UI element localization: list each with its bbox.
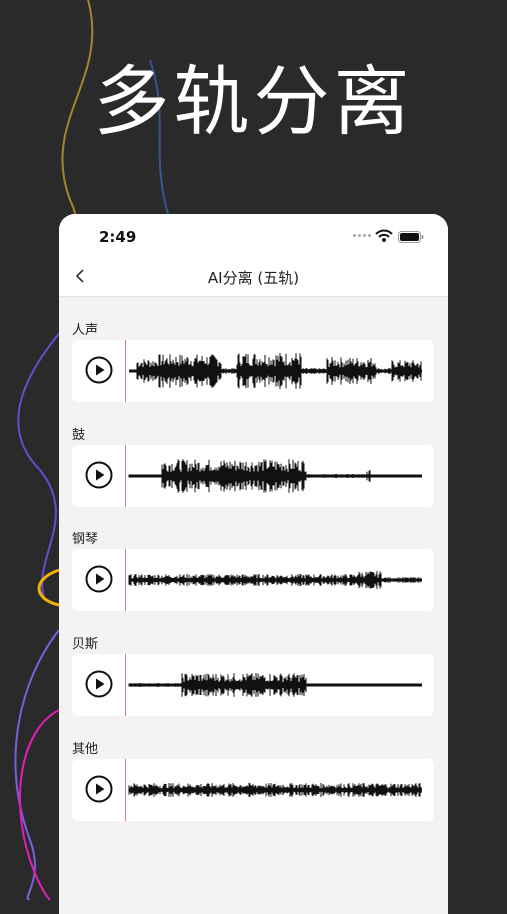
status-time: 2:49 (99, 228, 137, 246)
play-icon[interactable] (85, 565, 113, 593)
playhead[interactable] (125, 759, 126, 821)
waveform[interactable] (127, 445, 423, 507)
wifi-icon (375, 229, 393, 242)
play-icon[interactable] (85, 775, 113, 803)
track-card-vocals (72, 340, 434, 402)
track-card-other (72, 759, 434, 821)
playhead[interactable] (125, 549, 126, 611)
page-title: AI分离 (五轨) (207, 269, 300, 287)
play-icon[interactable] (85, 461, 113, 489)
status-bar: 2:49 (59, 214, 448, 258)
play-icon[interactable] (85, 356, 113, 384)
hero-title: 多轨分离 (93, 57, 414, 146)
play-icon[interactable] (85, 670, 113, 698)
playhead[interactable] (125, 654, 126, 716)
waveform[interactable] (127, 759, 423, 821)
phone-screen: 2:49 AI分离 (五轨) 人声 鼓 钢琴 贝斯 其他 (59, 214, 448, 914)
track-label-other: 其他 (72, 742, 99, 757)
track-label-bass: 贝斯 (72, 637, 99, 652)
track-label-drums: 鼓 (72, 428, 86, 443)
waveform[interactable] (127, 549, 423, 611)
signal-icon (353, 234, 371, 237)
track-label-piano: 钢琴 (72, 532, 99, 547)
track-card-drums (72, 445, 434, 507)
waveform[interactable] (127, 340, 423, 402)
waveform[interactable] (127, 654, 423, 716)
playhead[interactable] (125, 445, 126, 507)
track-card-bass (72, 654, 434, 716)
battery-icon (398, 231, 424, 243)
playhead[interactable] (125, 340, 126, 402)
track-label-vocals: 人声 (72, 323, 99, 338)
track-card-piano (72, 549, 434, 611)
navigation-bar: AI分离 (五轨) (59, 258, 448, 297)
